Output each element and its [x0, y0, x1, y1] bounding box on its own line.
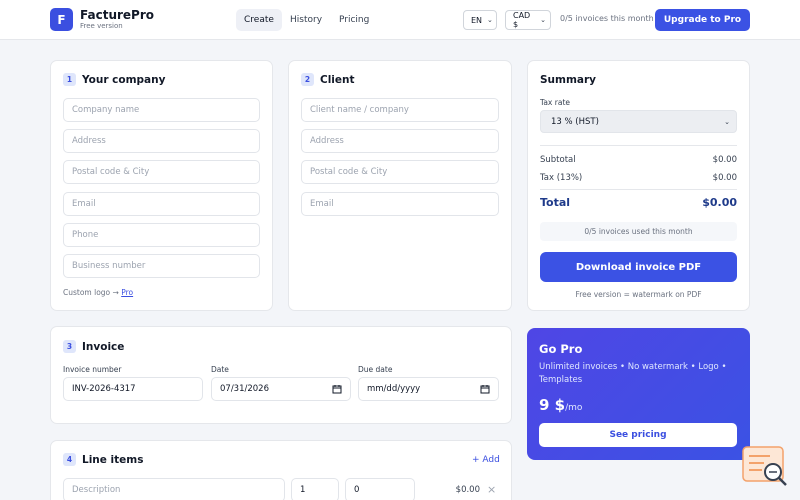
divider	[540, 145, 737, 146]
tax-rate-value: 13 % (HST)	[551, 116, 599, 127]
total-value: $0.00	[702, 196, 737, 209]
client-email-input[interactable]: Email	[301, 192, 499, 216]
item-description-input[interactable]: Description	[63, 478, 285, 500]
download-pdf-button[interactable]: Download invoice PDF	[540, 252, 737, 282]
chevron-down-icon: ⌄	[487, 16, 493, 24]
company-name-input[interactable]: Company name	[63, 98, 260, 122]
due-date-label: Due date	[358, 365, 393, 374]
step-badge: 4	[63, 453, 76, 466]
company-email-input[interactable]: Email	[63, 192, 260, 216]
step-badge: 2	[301, 73, 314, 86]
item-amount: $0.00	[455, 485, 480, 495]
date-label: Date	[211, 365, 229, 374]
subtotal-value: $0.00	[712, 155, 737, 165]
company-address-input[interactable]: Address	[63, 129, 260, 153]
nav-pricing[interactable]: Pricing	[331, 9, 377, 31]
client-title: Client	[320, 73, 355, 86]
item-quantity-input[interactable]: 1	[291, 478, 339, 500]
top-bar: F FacturePro Free version Create History…	[0, 0, 800, 40]
calendar-icon[interactable]	[332, 384, 342, 394]
line-items-title: Line items	[82, 453, 144, 466]
client-name-input[interactable]: Client name / company	[301, 98, 499, 122]
step-badge: 3	[63, 340, 76, 353]
see-pricing-button[interactable]: See pricing	[539, 423, 737, 447]
due-date-value: mm/dd/yyyy	[367, 384, 421, 394]
nav-create[interactable]: Create	[236, 9, 282, 31]
pro-price: 9 $/mo	[539, 396, 583, 414]
company-title: Your company	[82, 73, 166, 86]
go-pro-card: Go Pro Unlimited invoices • No watermark…	[527, 328, 750, 460]
total-label: Total	[540, 196, 571, 209]
quota-text: 0/5 invoices this month	[560, 14, 654, 23]
company-postal-input[interactable]: Postal code & City	[63, 160, 260, 184]
help-search-icon[interactable]	[742, 446, 790, 488]
divider	[540, 189, 737, 190]
company-section-title: 1 Your company	[63, 73, 165, 86]
chevron-down-icon: ⌄	[724, 117, 730, 126]
upgrade-button[interactable]: Upgrade to Pro	[655, 9, 750, 31]
client-section-title: 2 Client	[301, 73, 355, 86]
currency-value: CAD $	[513, 11, 531, 29]
logo-icon: F	[50, 8, 73, 31]
pro-link[interactable]: Pro	[121, 288, 133, 297]
language-select[interactable]: EN ⌄	[463, 10, 497, 30]
subtotal-label: Subtotal	[540, 155, 576, 165]
add-line-button[interactable]: + Add	[472, 455, 500, 465]
language-value: EN	[471, 15, 483, 25]
tax-label: Tax (13%)	[540, 173, 583, 183]
company-phone-input[interactable]: Phone	[63, 223, 260, 247]
pro-title: Go Pro	[539, 342, 583, 356]
logo-note: Custom logo → Pro	[63, 288, 134, 297]
tax-rate-label: Tax rate	[540, 98, 570, 107]
invoice-number-input[interactable]: INV-2026-4317	[63, 377, 203, 401]
remove-item-icon[interactable]: ×	[487, 483, 496, 496]
pro-description: Unlimited invoices • No watermark • Logo…	[539, 362, 727, 385]
currency-select[interactable]: CAD $ ⌄	[505, 10, 551, 30]
chevron-down-icon: ⌄	[540, 16, 546, 24]
brand-name: FacturePro	[80, 8, 154, 22]
line-items-section-title: 4 Line items	[63, 453, 143, 466]
nav-history[interactable]: History	[282, 9, 330, 31]
invoice-section-title: 3 Invoice	[63, 340, 124, 353]
client-address-input[interactable]: Address	[301, 129, 499, 153]
usage-note: 0/5 invoices used this month	[540, 222, 737, 241]
tax-rate-select[interactable]: 13 % (HST) ⌄	[540, 110, 737, 133]
due-date-input[interactable]: mm/dd/yyyy	[358, 377, 499, 401]
summary-title: Summary	[540, 74, 597, 86]
date-input[interactable]: 07/31/2026	[211, 377, 351, 401]
calendar-icon[interactable]	[480, 384, 490, 394]
tax-value: $0.00	[712, 173, 737, 183]
watermark-note: Free version = watermark on PDF	[575, 290, 702, 299]
step-badge: 1	[63, 73, 76, 86]
invoice-title: Invoice	[82, 340, 125, 353]
item-price-input[interactable]: 0	[345, 478, 415, 500]
date-value: 07/31/2026	[220, 384, 269, 394]
plan-label: Free version	[80, 22, 123, 30]
client-postal-input[interactable]: Postal code & City	[301, 160, 499, 184]
invoice-number-label: Invoice number	[63, 365, 122, 374]
business-number-input[interactable]: Business number	[63, 254, 260, 278]
